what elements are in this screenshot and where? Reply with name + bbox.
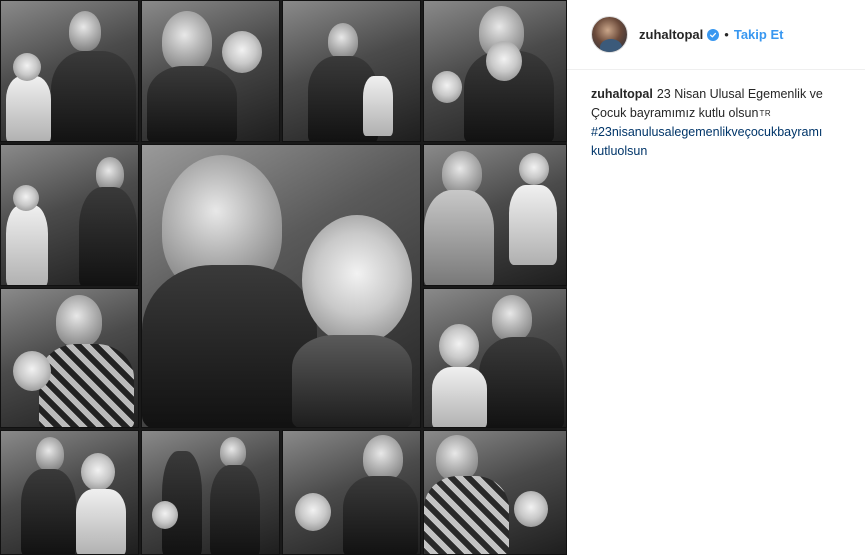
post-photo-collage[interactable] [0, 0, 567, 555]
caption-hashtag-link[interactable]: #23nisanulusalegemenlikveçocukbayramı ku… [591, 123, 853, 161]
collage-photo [423, 430, 567, 555]
collage-photo [282, 430, 421, 555]
instagram-post: zuhaltopal • Takip Et zuhaltopal 23 Nisan… [0, 0, 865, 555]
caption-username[interactable]: zuhaltopal [591, 87, 653, 101]
collage-photo [0, 288, 139, 428]
header-username[interactable]: zuhaltopal [639, 27, 703, 42]
post-side-panel: zuhaltopal • Takip Et zuhaltopal 23 Nisan… [567, 0, 865, 555]
collage-photo [423, 0, 567, 142]
collage-photo [0, 144, 139, 286]
collage-photo [141, 0, 280, 142]
header-separator: • [724, 27, 729, 42]
follow-button[interactable]: Takip Et [734, 27, 784, 42]
collage-photo [423, 144, 567, 286]
collage-photo-main [141, 144, 421, 428]
collage-photo [423, 288, 567, 428]
avatar[interactable] [591, 16, 628, 53]
verified-badge-icon [707, 28, 720, 41]
flag-icon: TR [759, 109, 772, 119]
collage-photo [141, 430, 280, 555]
post-caption: zuhaltopal 23 Nisan Ulusal Egemenlik ve Ç… [591, 85, 853, 161]
collage-photo [282, 0, 421, 142]
collage-photo [0, 430, 139, 555]
collage-photo [0, 0, 139, 142]
post-header: zuhaltopal • Takip Et [567, 0, 865, 70]
